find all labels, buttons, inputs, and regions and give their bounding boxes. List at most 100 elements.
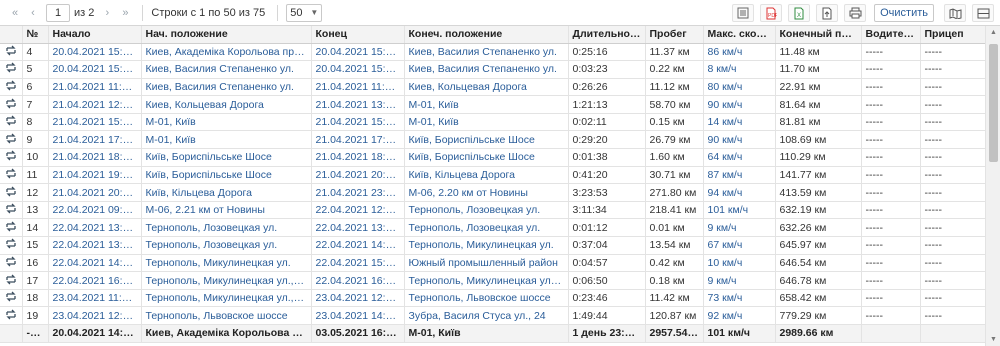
table-cell[interactable]: Київ, Кільцева Дорога [404,166,569,185]
table-row[interactable]: 13 22.04.2021 09:02:23 М-06, 2.21 км от Но… [0,201,985,220]
route-icon[interactable] [0,289,23,308]
header-driver[interactable]: Водитель [861,26,921,44]
table-cell[interactable]: М-01, Київ [404,95,569,114]
table-cell[interactable]: 22.04.2021 15:01:10 [311,254,405,273]
table-row[interactable]: 6 21.04.2021 11:32:48 Киев, Василия Степан… [0,78,985,97]
table-cell[interactable]: 22.04.2021 14:56:13 [48,254,142,273]
table-cell[interactable]: Тернополь, Лозовецкая ул. [141,236,312,255]
table-cell[interactable]: 23.04.2021 12:17:46 [311,289,405,308]
table-cell[interactable]: 21.04.2021 20:24:30 [311,166,405,185]
table-cell[interactable]: 10 км/ч [703,254,776,273]
table-cell[interactable]: 21.04.2021 17:12:38 [48,130,142,150]
table-cell[interactable]: Тернополь, Львовское шоссе [404,289,569,308]
header-duration[interactable]: Длительность [568,26,646,44]
table-cell[interactable]: 21.04.2021 19:43:10 [48,166,142,185]
next-page-icon[interactable]: › [98,4,116,22]
table-cell[interactable]: 22.04.2021 13:19:09 [311,218,405,238]
table-row[interactable]: 5 20.04.2021 15:38:25 Киев, Василия Степан… [0,60,985,79]
table-cell[interactable]: 23.04.2021 11:54:00 [48,289,142,308]
table-cell[interactable]: Київ, Бориспільське Шосе [141,166,312,185]
table-cell[interactable]: 21.04.2021 17:41:58 [311,130,405,150]
print-icon[interactable] [844,4,867,22]
last-page-icon[interactable]: » [116,4,134,22]
route-icon[interactable] [0,148,23,167]
table-cell[interactable]: 22.04.2021 09:02:23 [48,201,142,220]
table-row[interactable]: 17 22.04.2021 16:29:10 Тернополь, Микулине… [0,271,985,290]
table-cell[interactable]: 14 км/ч [703,113,776,132]
table-cell[interactable]: 22.04.2021 13:17:57 [48,218,142,238]
export-file-icon[interactable] [816,4,839,22]
table-cell[interactable]: Київ, Бориспільське Шосе [404,148,569,167]
scrollbar-thumb[interactable] [989,44,998,162]
header-start[interactable]: Начало [48,26,142,44]
table-row[interactable]: 14 22.04.2021 13:17:57 Тернополь, Лозовецк… [0,218,985,238]
prev-page-icon[interactable]: ‹ [24,4,42,22]
table-cell[interactable]: Киев, Василия Степаненко ул. [404,43,569,62]
table-row[interactable]: 8 21.04.2021 15:24:27 М-01, Київ 21.04.2021… [0,113,985,132]
table-cell[interactable]: 23.04.2021 12:22:46 [48,306,142,325]
route-icon[interactable] [0,43,23,62]
table-cell[interactable]: Южный промышленный район [404,254,569,273]
table-cell[interactable]: 67 км/ч [703,236,776,255]
table-row[interactable]: 10 21.04.2021 18:36:58 Київ, Бориспільське… [0,148,985,167]
table-cell[interactable]: Зубра, Василя Стуса ул., 24 [404,306,569,325]
first-page-icon[interactable]: « [6,4,24,22]
table-cell[interactable]: 22.04.2021 14:04:13 [311,236,405,255]
route-icon[interactable] [0,218,23,238]
list-view-icon[interactable] [732,4,755,22]
page-size-select[interactable]: 50 ▼ [286,3,323,22]
table-cell[interactable]: 94 км/ч [703,183,776,202]
table-cell[interactable]: Тернополь, Лозовецкая ул. [404,218,569,238]
table-cell[interactable]: 21.04.2021 18:36:58 [48,148,142,167]
table-row[interactable]: 7 21.04.2021 12:07:14 Киев, Кольцевая Доро… [0,95,985,114]
route-icon[interactable] [0,60,23,79]
table-cell[interactable]: 9 км/ч [703,271,776,290]
table-cell[interactable]: Тернополь, Микулинецкая ул. [404,236,569,255]
vertical-scrollbar[interactable]: ▲ ▼ [985,26,1000,346]
table-cell[interactable]: 21.04.2021 12:07:14 [48,95,142,114]
table-cell[interactable]: 20.04.2021 15:31:25 [311,43,405,62]
route-icon[interactable] [0,95,23,114]
table-cell[interactable]: М-01, Київ [141,130,312,150]
table-cell[interactable]: 21.04.2021 11:32:48 [48,78,142,97]
header-start-location[interactable]: Нач. положение [141,26,312,44]
table-row[interactable]: 15 22.04.2021 13:27:09 Тернополь, Лозовецк… [0,236,985,255]
table-cell[interactable]: М-06, 2.21 км от Новины [141,201,312,220]
route-icon[interactable] [0,130,23,150]
table-cell[interactable]: М-01, Київ [141,113,312,132]
table-cell[interactable]: Тернополь, Микулинецкая ул., 46Б [141,271,312,290]
table-cell[interactable]: 20.04.2021 15:38:25 [48,60,142,79]
table-cell[interactable]: Київ, Бориспільське Шосе [141,148,312,167]
route-icon[interactable] [0,254,23,273]
table-cell[interactable]: 22.04.2021 13:27:09 [48,236,142,255]
scroll-down-icon[interactable]: ▼ [989,335,998,344]
table-cell[interactable]: 21.04.2021 15:24:27 [48,113,142,132]
table-cell[interactable]: 21.04.2021 11:59:14 [311,78,405,97]
clear-button[interactable]: Очистить [874,4,934,22]
pdf-export-icon[interactable]: PDF [760,4,783,22]
map-icon[interactable] [944,4,966,22]
table-cell[interactable]: Киев, Василия Степаненко ул. [404,60,569,79]
table-row[interactable]: 4 20.04.2021 15:06:09 Киев, Академіка Коро… [0,43,985,62]
header-final-mileage[interactable]: Конечный пробег [775,26,862,44]
table-cell[interactable]: 22.04.2021 16:29:10 [48,271,142,290]
table-row[interactable]: 11 21.04.2021 19:43:10 Київ, Бориспільське… [0,166,985,185]
table-row[interactable]: 19 23.04.2021 12:22:46 Тернополь, Львовско… [0,306,985,325]
route-icon[interactable] [0,166,23,185]
table-cell[interactable]: 21.04.2021 20:31:30 [48,183,142,202]
table-cell[interactable]: Тернополь, Микулинецкая ул. [141,254,312,273]
table-cell[interactable]: 23.04.2021 14:12:30 [311,306,405,325]
table-cell[interactable]: 9 км/ч [703,218,776,238]
table-row[interactable]: 16 22.04.2021 14:56:13 Тернополь, Микулине… [0,254,985,273]
route-icon[interactable] [0,78,23,97]
header-trailer[interactable]: Прицеп [920,26,985,44]
table-cell[interactable]: Київ, Кільцева Дорога [141,183,312,202]
table-cell[interactable]: 90 км/ч [703,130,776,150]
route-icon[interactable] [0,113,23,132]
table-cell[interactable]: Київ, Бориспільське Шосе [404,130,569,150]
table-cell[interactable]: 90 км/ч [703,95,776,114]
route-icon[interactable] [0,236,23,255]
table-cell[interactable]: 73 км/ч [703,289,776,308]
table-cell[interactable]: 21.04.2021 15:26:38 [311,113,405,132]
header-number[interactable]: № [22,26,49,44]
